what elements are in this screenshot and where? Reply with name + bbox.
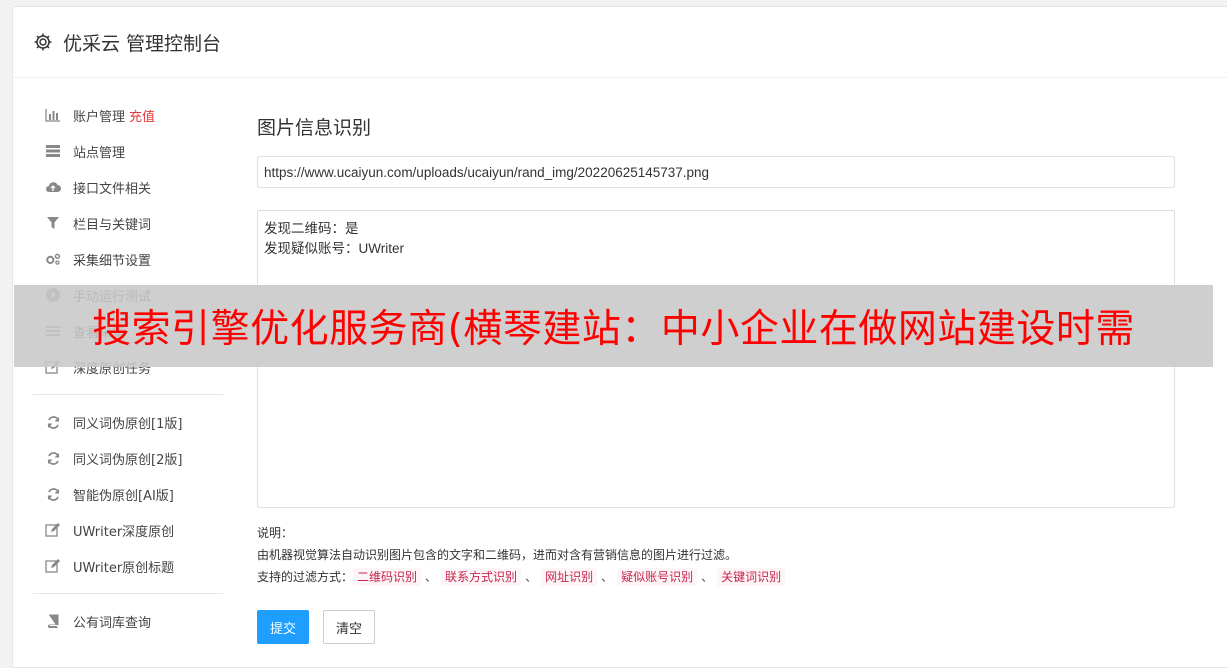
refresh-icon — [45, 450, 61, 466]
filter-label: 支持的过滤方式： — [257, 570, 354, 584]
sidebar-item-label: 栏目与关键词 — [73, 217, 152, 233]
sidebar-item-group2-1[interactable]: 同义词伪原创[2版] — [33, 440, 223, 476]
sidebar-item-label: 同义词伪原创[2版] — [73, 452, 183, 468]
desc-label: 说明： — [257, 526, 294, 540]
sidebar-item-group2-3[interactable]: UWriter深度原创 — [33, 512, 223, 548]
recharge-link[interactable]: 充值 — [129, 106, 155, 125]
sidebar-item-group1-2[interactable]: 接口文件相关 — [33, 169, 223, 205]
sidebar-item-group2-0[interactable]: 同义词伪原创[1版] — [33, 404, 223, 440]
edit-icon — [45, 558, 61, 574]
banner-text: 搜索引擎优化服务商(横琴建站：中小企业在做网站建设时需 — [92, 307, 1135, 352]
sidebar-item-group1-1[interactable]: 站点管理 — [33, 133, 223, 169]
filter-tag: 关键词识别 — [717, 568, 786, 586]
server-icon — [45, 143, 61, 159]
sidebar-item-label: 站点管理 — [73, 145, 126, 161]
sidebar-item-group2-2[interactable]: 智能伪原创[AI版] — [33, 476, 223, 512]
section-title: 图片信息识别 — [257, 117, 372, 139]
filter-tag: 二维码识别 — [353, 568, 422, 586]
filter-separator: 、 — [525, 570, 538, 584]
sidebar-item-label: 账户管理 — [73, 109, 126, 125]
bar-chart-icon — [45, 107, 61, 123]
sidebar-item-group2-4[interactable]: UWriter原创标题 — [33, 548, 223, 584]
refresh-icon — [45, 414, 61, 430]
sidebar-item-label: UWriter原创标题 — [73, 560, 175, 576]
sidebar-divider — [33, 394, 223, 395]
gear-icon — [33, 32, 53, 52]
clear-button[interactable]: 清空 — [323, 610, 376, 644]
sidebar-divider — [33, 593, 223, 594]
watermark-banner: 搜索引擎优化服务商(横琴建站：中小企业在做网站建设时需 — [14, 285, 1213, 367]
main-content: 图片信息识别 发现二维码：是 发现疑似账号：UWriter 说明： 由机器视觉算… — [257, 103, 1177, 644]
refresh-icon — [45, 486, 61, 502]
filter-separator: 、 — [425, 570, 438, 584]
desc-text: 由机器视觉算法自动识别图片包含的文字和二维码，进而对含有营销信息的图片进行过滤。 — [257, 548, 738, 562]
book-icon — [45, 613, 61, 629]
sidebar-item-label: 采集细节设置 — [73, 253, 152, 269]
cloud-upload-icon — [45, 179, 61, 195]
sidebar-item-group1-4[interactable]: 采集细节设置 — [33, 241, 223, 277]
filter-row: 支持的过滤方式： 二维码识别、联系方式识别、网址识别、疑似账号识别、关键词识别 — [257, 566, 1177, 588]
gears-icon — [45, 251, 61, 267]
filter-separator: 、 — [701, 570, 714, 584]
page-title: 优采云 管理控制台 — [63, 32, 222, 55]
page-header: 优采云 管理控制台 — [13, 7, 1227, 78]
filter-tag: 联系方式识别 — [441, 568, 522, 586]
edit-icon — [45, 522, 61, 538]
filter-tag: 疑似账号识别 — [617, 568, 698, 586]
sidebar-item-label: 智能伪原创[AI版] — [73, 488, 174, 504]
filter-tag: 网址识别 — [541, 568, 598, 586]
sidebar-item-label: 同义词伪原创[1版] — [73, 416, 183, 432]
sidebar-item-label: 接口文件相关 — [73, 181, 152, 197]
sidebar-item-group3-0[interactable]: 公有词库查询 — [33, 603, 223, 639]
sidebar-item-label: 公有词库查询 — [73, 615, 152, 631]
sidebar: 账户管理充值站点管理接口文件相关栏目与关键词采集细节设置手动运行测试查看采集深度… — [33, 97, 223, 639]
description: 说明： 由机器视觉算法自动识别图片包含的文字和二维码，进而对含有营销信息的图片进… — [257, 522, 1177, 588]
sidebar-item-group1-0[interactable]: 账户管理 充值 — [33, 97, 223, 133]
filter-separator: 、 — [601, 570, 614, 584]
sidebar-item-group1-3[interactable]: 栏目与关键词 — [33, 205, 223, 241]
image-url-input[interactable] — [257, 156, 1175, 188]
filter-icon — [45, 215, 61, 231]
sidebar-item-label: UWriter深度原创 — [73, 524, 175, 540]
submit-button[interactable]: 提交 — [257, 610, 310, 644]
